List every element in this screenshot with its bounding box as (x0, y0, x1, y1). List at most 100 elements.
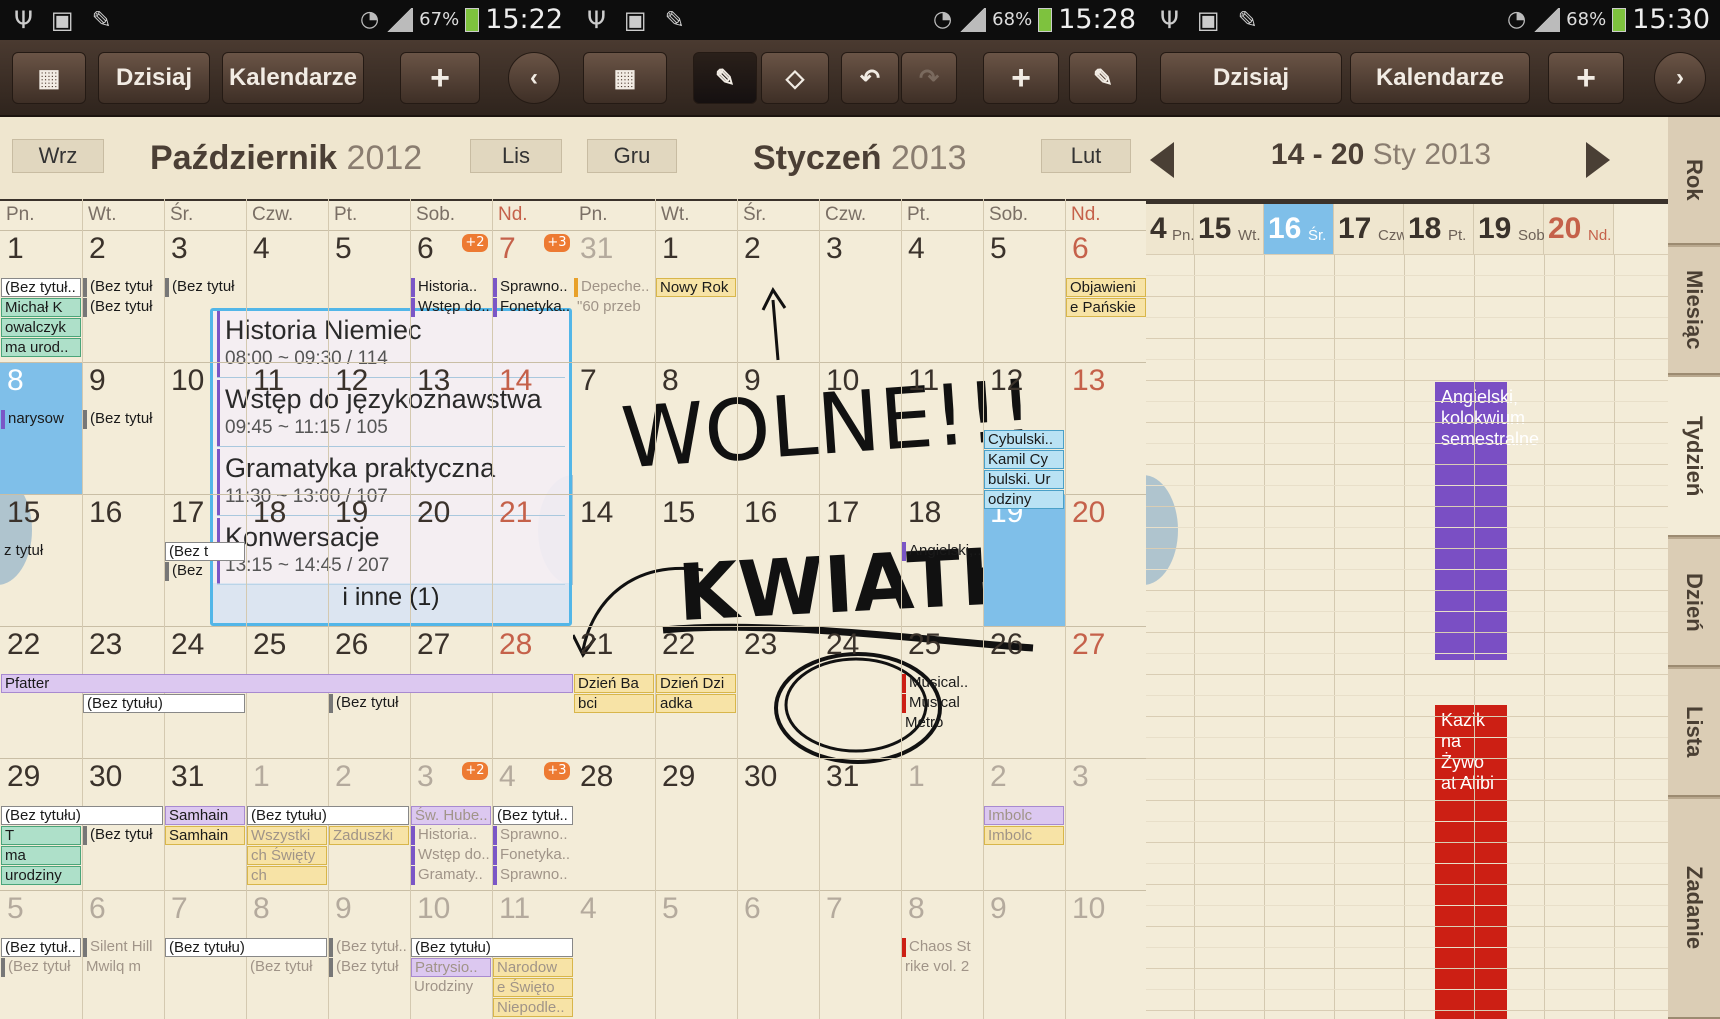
day-cell[interactable]: 13 (410, 362, 492, 494)
day-cell[interactable]: 1 (901, 758, 983, 890)
calendar-event[interactable]: Kamil Cy (984, 450, 1064, 469)
calendar-event[interactable]: e Święto (493, 978, 573, 997)
calendar-event[interactable]: (Bez tytuł (329, 694, 409, 713)
calendar-event[interactable]: e Pańskie (1066, 298, 1146, 317)
calendar-event[interactable]: (Bez (165, 562, 245, 581)
calendar-event[interactable]: ch Święty (247, 846, 327, 865)
calendar-event[interactable]: (Bez tytułu) (165, 938, 327, 957)
more-events-badge[interactable]: +2 (462, 234, 488, 252)
day-cell[interactable]: 15 (655, 494, 737, 626)
calendars-button[interactable]: Kalendarze (1350, 52, 1530, 104)
add-button[interactable]: + (1548, 52, 1624, 104)
add-button[interactable]: + (400, 52, 480, 104)
calendar-event[interactable]: T (1, 826, 81, 845)
calendar-event[interactable]: Musical.. (902, 674, 982, 693)
calendar-event[interactable]: (Bez tytułu) (83, 694, 245, 713)
calendars-button[interactable]: Kalendarze (222, 52, 364, 104)
calendar-event[interactable]: (Bez tytuł.. (329, 938, 409, 957)
day-cell[interactable]: 14 (492, 362, 573, 494)
calendar-event[interactable]: Wstęp do.. (411, 846, 491, 865)
calendar-event[interactable]: Imbolc (984, 826, 1064, 845)
calendar-event[interactable]: urodziny (1, 866, 81, 885)
day-cell[interactable]: 20 (1065, 494, 1146, 626)
day-cell[interactable]: 8 (655, 362, 737, 494)
calendar-event[interactable]: rike vol. 2 (902, 958, 982, 977)
day-cell[interactable]: 16 (737, 494, 819, 626)
calendar-event[interactable]: Dzień Ba (574, 674, 654, 693)
day-cell[interactable]: 28 (573, 758, 655, 890)
day-cell[interactable]: 7 (573, 362, 655, 494)
next-button[interactable]: › (1654, 52, 1706, 104)
day-cell[interactable]: 12 (328, 362, 410, 494)
day-cell[interactable]: 20 (410, 494, 492, 626)
calendar-event[interactable]: (Bez tytuł (83, 826, 163, 845)
calendar-event[interactable]: Patrysio.. (411, 958, 491, 977)
more-events-badge[interactable]: +3 (544, 234, 570, 252)
calendar-event[interactable]: "60 przeb (574, 298, 654, 317)
calendar-event[interactable]: Sprawno.. (493, 826, 573, 845)
calendar-event[interactable]: Wstęp do.. (411, 298, 491, 317)
day-cell[interactable]: 14 (573, 494, 655, 626)
calendar-event[interactable]: Urodziny (411, 978, 491, 997)
calendar-event[interactable]: (Bez tytuł (247, 958, 327, 977)
week-day-header[interactable]: 19 Sob. (1474, 204, 1549, 254)
calendar-event[interactable]: Sprawno.. (493, 866, 573, 885)
day-cell[interactable]: 21 (492, 494, 573, 626)
calendar-event[interactable]: Historia.. (411, 826, 491, 845)
calendar-event[interactable]: Cybulski.. (984, 430, 1064, 449)
next-month-button[interactable]: Lis (470, 139, 562, 173)
week-day-header[interactable]: 15 Wt. (1194, 204, 1264, 254)
more-events-badge[interactable]: +2 (462, 762, 488, 780)
day-cell[interactable]: 24 (819, 626, 901, 758)
calendar-event[interactable]: narysow (1, 410, 81, 429)
calendar-event[interactable]: Dzień Dzi (656, 674, 736, 693)
calendar-event[interactable]: (Bez tytuł (83, 410, 163, 429)
day-cell[interactable]: 11 (901, 362, 983, 494)
today-button[interactable]: Dzisiaj (98, 52, 210, 104)
calendar-event[interactable]: z tytuł (1, 542, 81, 561)
calendar-event[interactable]: ma (1, 846, 81, 865)
calendar-event[interactable]: Depeche.. (574, 278, 654, 297)
week-day-header[interactable]: 4 Pn. (1146, 204, 1195, 254)
tab-day[interactable]: Dzień (1668, 539, 1720, 667)
calendar-event[interactable]: odziny (984, 490, 1064, 509)
week-day-header[interactable]: 18 Pt. (1404, 204, 1474, 254)
calendar-edit-button[interactable]: ▦ (12, 52, 86, 104)
calendar-event[interactable]: Chaos St (902, 938, 982, 957)
calendar-event[interactable]: Metro (902, 714, 982, 733)
calendar-event[interactable]: Angielski,.. (902, 542, 982, 561)
calendar-event[interactable]: Fonetyka.. (493, 298, 573, 317)
tab-month[interactable]: Miesiąc (1668, 247, 1720, 375)
day-cell[interactable]: 4 (573, 890, 655, 1019)
calendar-event[interactable]: Samhain (165, 826, 245, 845)
calendar-event[interactable]: Fonetyka.. (493, 846, 573, 865)
calendar-event[interactable]: ma urod.. (1, 338, 81, 357)
calendar-event[interactable]: Zaduszki (329, 826, 409, 845)
calendar-event[interactable]: ch (247, 866, 327, 885)
day-cell[interactable]: 19 (328, 494, 410, 626)
day-cell[interactable]: 7 (819, 890, 901, 1019)
week-day-header[interactable]: 16 Śr. (1264, 204, 1334, 254)
day-cell[interactable]: 2 (737, 230, 819, 362)
day-cell[interactable]: 19 (983, 494, 1065, 626)
tab-year[interactable]: Rok (1668, 117, 1720, 245)
day-cell[interactable]: 5 (655, 890, 737, 1019)
calendar-event[interactable]: adka (656, 694, 736, 713)
more-events-badge[interactable]: +3 (544, 762, 570, 780)
day-cell[interactable]: 26 (983, 626, 1065, 758)
calendar-event[interactable]: Silent Hill (83, 938, 163, 957)
calendar-event[interactable]: Pfatter (1, 674, 573, 693)
day-cell[interactable]: 10 (1065, 890, 1146, 1019)
today-button[interactable]: Dzisiaj (1160, 52, 1342, 104)
calendar-event[interactable]: (Bez tytuł (165, 278, 245, 297)
calendar-event[interactable]: Gramaty.. (411, 866, 491, 885)
calendar-event[interactable]: Musical (902, 694, 982, 713)
calendar-event[interactable]: Objawieni (1066, 278, 1146, 297)
day-cell[interactable]: 31 (819, 758, 901, 890)
day-cell[interactable]: 6 (737, 890, 819, 1019)
day-cell[interactable]: 10 (164, 362, 246, 494)
next-week-arrow[interactable] (1586, 142, 1610, 178)
day-cell[interactable]: 11 (246, 362, 328, 494)
calendar-event[interactable]: (Bez tytuł (1, 958, 81, 977)
calendar-event[interactable]: (Bez tytuł (83, 298, 163, 317)
